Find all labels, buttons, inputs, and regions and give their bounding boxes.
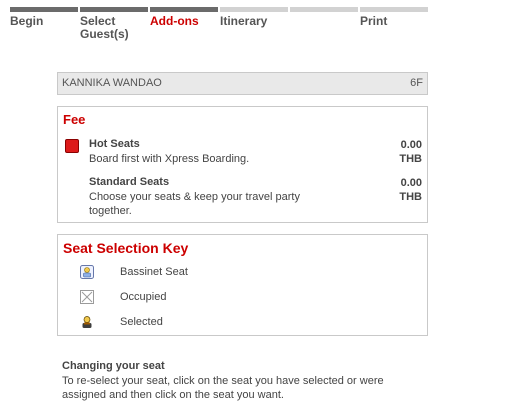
selected-label: Selected xyxy=(120,316,163,328)
standard-seats-amount: 0.00 xyxy=(400,177,422,189)
seat-key-title: Seat Selection Key xyxy=(63,240,189,256)
hot-seats-currency: THB xyxy=(399,153,422,165)
changing-seat-title: Changing your seat xyxy=(62,360,165,372)
bassinet-seat-icon xyxy=(80,265,94,279)
standard-seats-description: Choose your seats & keep your travel par… xyxy=(89,191,300,217)
step-bar xyxy=(80,7,148,12)
bassinet-seat-label: Bassinet Seat xyxy=(120,266,188,278)
step-print: Print xyxy=(360,7,428,47)
fee-panel: Fee Hot Seats Board first with Xpress Bo… xyxy=(57,106,428,223)
step-itinerary: Itinerary xyxy=(220,7,288,47)
step-label: Itinerary xyxy=(220,14,268,28)
fee-title: Fee xyxy=(63,112,86,127)
changing-seat-text: To re-select your seat, click on the sea… xyxy=(62,375,384,401)
occupied-label: Occupied xyxy=(120,291,167,303)
occupied-seat-icon xyxy=(80,290,94,304)
passenger-row[interactable]: KANNIKA WANDAO 6F xyxy=(57,72,428,95)
hot-seat-icon xyxy=(65,139,79,153)
step-label: Begin xyxy=(10,14,44,28)
hot-seats-name: Hot Seats xyxy=(89,138,140,150)
step-bar xyxy=(220,7,288,12)
hot-seats-amount: 0.00 xyxy=(400,139,422,151)
step-bar xyxy=(360,7,428,12)
step-label: Print xyxy=(360,14,388,28)
seat-key-panel: Seat Selection Key Bassinet Seat Occupie… xyxy=(57,234,428,336)
passenger-name: KANNIKA WANDAO xyxy=(62,77,162,89)
step-label: Add-ons xyxy=(150,14,199,28)
selected-seat-icon xyxy=(82,316,92,328)
step-bar xyxy=(290,7,358,12)
step-label: Select Guest(s) xyxy=(80,14,129,41)
step-begin: Begin xyxy=(10,7,78,47)
step-select-guests: Select Guest(s) xyxy=(80,7,148,47)
hot-seats-description: Board first with Xpress Boarding. xyxy=(89,153,250,165)
step-5 xyxy=(290,7,358,47)
standard-seats-name: Standard Seats xyxy=(89,176,170,188)
step-add-ons: Add-ons xyxy=(150,7,218,47)
progress-steps: Begin Select Guest(s) Add-ons Itinerary … xyxy=(10,7,428,47)
passenger-seat: 6F xyxy=(410,77,423,89)
step-bar xyxy=(150,7,218,12)
standard-seats-currency: THB xyxy=(399,191,422,203)
step-bar xyxy=(10,7,78,12)
